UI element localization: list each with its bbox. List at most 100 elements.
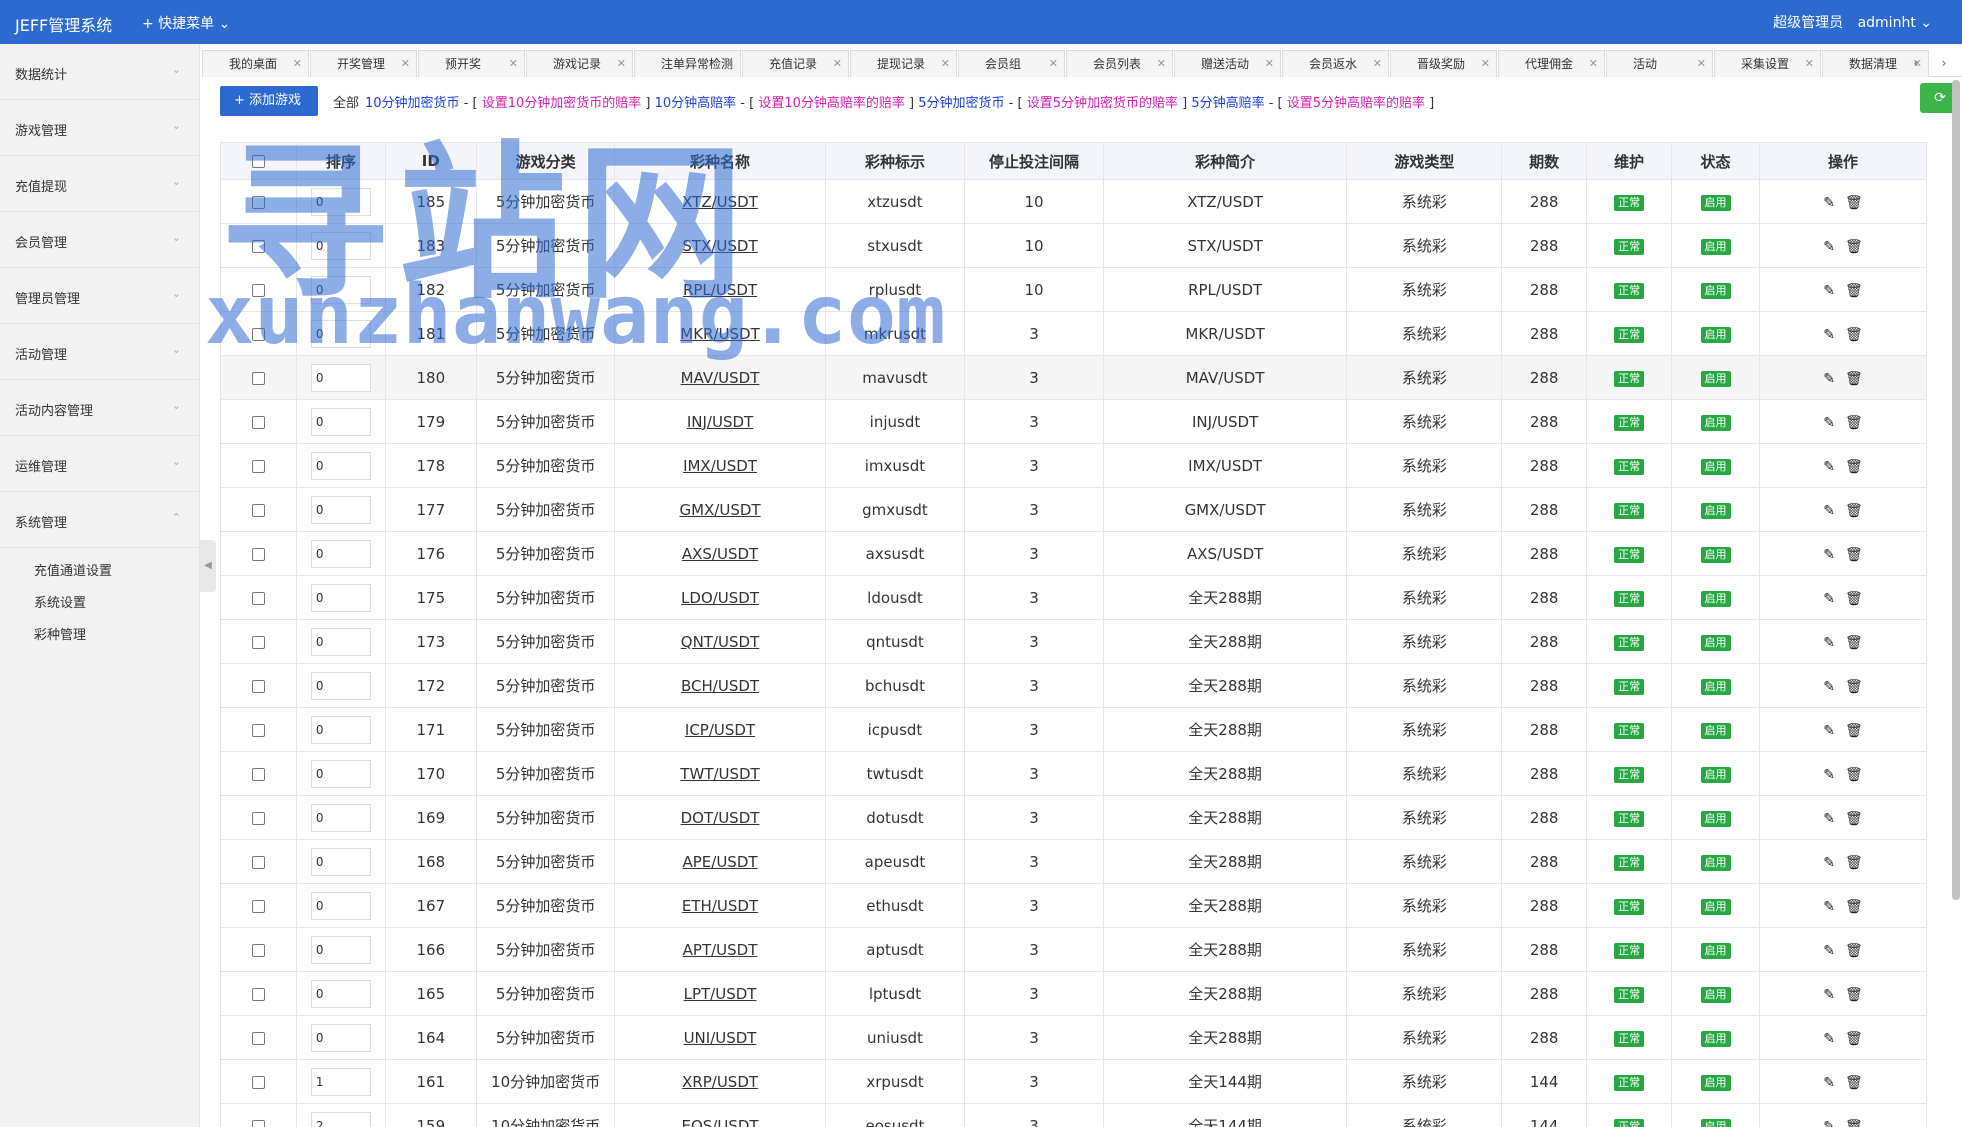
sort-order-input[interactable] [310, 671, 371, 700]
status-badge[interactable]: 启用 [1700, 811, 1731, 827]
sidebar-collapse-icon[interactable]: ◀ [200, 540, 216, 592]
maintenance-badge[interactable]: 正常 [1614, 1031, 1645, 1047]
row-checkbox[interactable] [220, 1059, 297, 1104]
row-checkbox[interactable] [220, 399, 297, 444]
close-icon[interactable]: ✕ [833, 51, 842, 77]
lottery-name-link[interactable]: IMX/USDT [683, 457, 757, 475]
status-badge[interactable]: 启用 [1700, 943, 1731, 959]
sort-order-input[interactable] [310, 935, 371, 964]
row-checkbox[interactable] [220, 707, 297, 752]
maintenance-badge[interactable]: 正常 [1614, 1075, 1645, 1091]
tab-item[interactable]: 代理佣金 ✕ [1498, 50, 1605, 77]
sort-order-input[interactable] [310, 627, 371, 656]
lottery-name-link[interactable]: MAV/USDT [681, 369, 760, 387]
sidebar-item[interactable]: 活动管理 ⌄ [0, 324, 199, 380]
filter-link[interactable]: 全部 [333, 96, 359, 111]
close-icon[interactable]: ✕ [725, 51, 734, 77]
user-name[interactable]: adminht ⌄ [1858, 15, 1932, 31]
filter-link[interactable]: 10分钟加密货币 [365, 96, 460, 111]
tab-item[interactable]: 预开奖 ✕ [418, 50, 525, 77]
maintenance-badge[interactable]: 正常 [1614, 987, 1645, 1003]
status-badge[interactable]: 启用 [1700, 1119, 1731, 1127]
row-checkbox[interactable] [220, 575, 297, 620]
delete-icon[interactable]: 🗑 [1845, 943, 1863, 959]
lottery-name-link[interactable]: LPT/USDT [684, 985, 757, 1003]
edit-icon[interactable]: ✎ [1823, 635, 1835, 651]
edit-icon[interactable]: ✎ [1823, 591, 1835, 607]
delete-icon[interactable]: 🗑 [1845, 195, 1863, 211]
tab-item[interactable]: 赠送活动 ✕ [1174, 50, 1281, 77]
lottery-name-link[interactable]: STX/USDT [682, 237, 757, 255]
maintenance-badge[interactable]: 正常 [1614, 723, 1645, 739]
close-icon[interactable]: ✕ [1157, 51, 1166, 77]
tab-item[interactable]: 我的桌面 ✕ [202, 50, 309, 77]
lottery-name-link[interactable]: BCH/USDT [681, 677, 759, 695]
lottery-name-link[interactable]: APE/USDT [682, 853, 757, 871]
maintenance-badge[interactable]: 正常 [1614, 943, 1645, 959]
lottery-name-link[interactable]: XRP/USDT [682, 1073, 758, 1091]
close-icon[interactable]: ✕ [1805, 51, 1814, 77]
close-icon[interactable]: ✕ [1589, 51, 1598, 77]
sidebar-item[interactable]: 数据统计 ⌄ [0, 44, 199, 100]
row-checkbox[interactable] [220, 179, 297, 224]
maintenance-badge[interactable]: 正常 [1614, 855, 1645, 871]
edit-icon[interactable]: ✎ [1823, 679, 1835, 695]
tab-item[interactable]: 会员返水 ✕ [1282, 50, 1389, 77]
maintenance-badge[interactable]: 正常 [1614, 811, 1645, 827]
sort-order-input[interactable] [310, 1023, 371, 1052]
lottery-name-link[interactable]: EOS/USDT [681, 1117, 758, 1127]
tab-item[interactable]: 充值记录 ✕ [742, 50, 849, 77]
row-checkbox[interactable] [220, 487, 297, 532]
row-checkbox[interactable] [220, 795, 297, 840]
status-badge[interactable]: 启用 [1700, 459, 1731, 475]
lottery-name-link[interactable]: TWT/USDT [680, 765, 759, 783]
sort-order-input[interactable] [310, 759, 371, 788]
filter-link[interactable]: 设置5分钟高赔率的赔率 [1287, 96, 1425, 111]
lottery-name-link[interactable]: APT/USDT [683, 941, 758, 959]
close-icon[interactable]: ✕ [1481, 51, 1490, 77]
user-area[interactable]: 超级管理员 adminht ⌄ [1763, 12, 1932, 32]
lottery-name-link[interactable]: GMX/USDT [679, 501, 760, 519]
status-badge[interactable]: 启用 [1700, 327, 1731, 343]
row-checkbox[interactable] [220, 443, 297, 488]
close-icon[interactable]: ✕ [1049, 51, 1058, 77]
status-badge[interactable]: 启用 [1700, 855, 1731, 871]
delete-icon[interactable]: 🗑 [1845, 415, 1863, 431]
row-checkbox[interactable] [220, 223, 297, 268]
close-icon[interactable]: ✕ [1373, 51, 1382, 77]
tab-item[interactable]: 提现记录 ✕ [850, 50, 957, 77]
lottery-name-link[interactable]: ICP/USDT [685, 721, 755, 739]
edit-icon[interactable]: ✎ [1823, 327, 1835, 343]
sort-order-input[interactable] [310, 847, 371, 876]
sidebar-item[interactable]: 游戏管理 ⌄ [0, 100, 199, 156]
maintenance-badge[interactable]: 正常 [1614, 327, 1645, 343]
quick-menu-button[interactable]: + 快捷菜单 ⌄ [142, 13, 230, 33]
delete-icon[interactable]: 🗑 [1845, 1031, 1863, 1047]
maintenance-badge[interactable]: 正常 [1614, 415, 1645, 431]
sort-order-input[interactable] [310, 275, 371, 304]
close-icon[interactable]: ✕ [941, 51, 950, 77]
delete-icon[interactable]: 🗑 [1845, 459, 1863, 475]
sort-order-input[interactable] [310, 891, 371, 920]
status-badge[interactable]: 启用 [1700, 195, 1731, 211]
edit-icon[interactable]: ✎ [1823, 239, 1835, 255]
edit-icon[interactable]: ✎ [1823, 459, 1835, 475]
sidebar-item[interactable]: 管理员管理 ⌄ [0, 268, 199, 324]
status-badge[interactable]: 启用 [1700, 767, 1731, 783]
tab-next-icon[interactable]: › [1930, 50, 1958, 77]
status-badge[interactable]: 启用 [1700, 1075, 1731, 1091]
sidebar-item[interactable]: 运维管理 ⌄ [0, 436, 199, 492]
status-badge[interactable]: 启用 [1700, 1031, 1731, 1047]
close-icon[interactable]: ✕ [401, 51, 410, 77]
tab-prev-icon[interactable]: ‹ [1902, 50, 1930, 77]
lottery-name-link[interactable]: DOT/USDT [681, 809, 760, 827]
close-icon[interactable]: ✕ [509, 51, 518, 77]
row-checkbox[interactable] [220, 751, 297, 796]
sort-order-input[interactable] [310, 1111, 371, 1127]
status-badge[interactable]: 启用 [1700, 679, 1731, 695]
delete-icon[interactable]: 🗑 [1845, 767, 1863, 783]
close-icon[interactable]: ✕ [1697, 51, 1706, 77]
row-checkbox[interactable] [220, 927, 297, 972]
delete-icon[interactable]: 🗑 [1845, 283, 1863, 299]
sort-order-input[interactable] [310, 363, 371, 392]
